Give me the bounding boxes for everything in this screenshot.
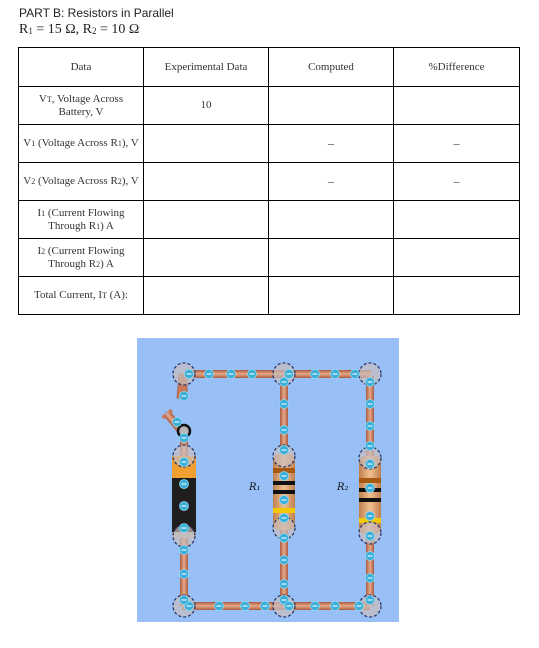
data-table: Data Experimental Data Computed %Differe…	[18, 47, 520, 315]
electron-minus-icon	[181, 483, 187, 485]
electron-minus-icon	[186, 605, 192, 607]
electron-minus-icon	[367, 577, 373, 579]
table-row: VT, Voltage Across Battery, V 10	[18, 86, 520, 125]
r2-label: R₂	[336, 482, 349, 493]
electron-minus-icon	[281, 429, 287, 431]
electron-minus-icon	[281, 499, 287, 501]
electron-minus-icon	[286, 605, 292, 607]
electron-minus-icon	[281, 449, 287, 451]
electron-minus-icon	[216, 605, 222, 607]
r1-value: = 15 Ω,	[36, 22, 80, 37]
electron-minus-icon	[281, 559, 287, 561]
electron-minus-icon	[281, 403, 287, 405]
electron-minus-icon	[367, 463, 373, 465]
row-label: I2 (Current Flowing Through R2) A	[18, 238, 144, 277]
r2-value: = 10 Ω	[100, 22, 140, 37]
electron-minus-icon	[249, 373, 255, 375]
row-label: V2 (Voltage Across R2), V	[18, 162, 144, 201]
electron-minus-icon	[181, 395, 187, 397]
computed-cell[interactable]	[268, 200, 394, 239]
r2-symbol: R	[82, 22, 92, 37]
difference-cell[interactable]	[393, 86, 520, 125]
electron-minus-icon	[312, 605, 318, 607]
electron-minus-icon	[181, 505, 187, 507]
circuit-simulation: R₁ R₂	[137, 338, 399, 622]
electron-minus-icon	[281, 517, 287, 519]
computed-cell[interactable]	[268, 86, 394, 125]
electron-minus-icon	[262, 605, 268, 607]
difference-cell[interactable]: –	[393, 162, 520, 201]
experimental-cell[interactable]	[143, 200, 269, 239]
experimental-cell[interactable]	[143, 162, 269, 201]
difference-cell[interactable]	[393, 200, 520, 239]
electron-minus-icon	[286, 373, 292, 375]
experimental-cell[interactable]	[143, 238, 269, 277]
electron-minus-icon	[181, 527, 187, 529]
table-row: V1 (Voltage Across R1), V – –	[18, 124, 520, 163]
electron-minus-icon	[281, 537, 287, 539]
electron-minus-icon	[181, 599, 187, 601]
electron-minus-icon	[367, 599, 373, 601]
electron-minus-icon	[281, 583, 287, 585]
r1-subscript: 1	[28, 26, 33, 36]
header-experimental: Experimental Data	[143, 47, 269, 87]
electron-minus-icon	[181, 573, 187, 575]
electron-minus-icon	[367, 381, 373, 383]
electron-minus-icon	[367, 445, 373, 447]
r1-symbol: R	[19, 22, 29, 37]
electron-minus-icon	[228, 373, 234, 375]
circuit-diagram: R₁ R₂	[161, 362, 382, 618]
table-row: V2 (Voltage Across R2), V – –	[18, 162, 520, 201]
row-label: VT, Voltage Across Battery, V	[18, 86, 144, 125]
electron-minus-icon	[281, 475, 287, 477]
difference-cell[interactable]	[393, 276, 520, 315]
header-data: Data	[18, 47, 144, 87]
electron-minus-icon	[312, 373, 318, 375]
experimental-cell[interactable]	[143, 124, 269, 163]
electron-minus-icon	[206, 373, 212, 375]
electron-minus-icon	[242, 605, 248, 607]
electron-minus-icon	[367, 515, 373, 517]
given-resistances: R1 = 15 Ω, R2 = 10 Ω	[19, 22, 139, 38]
electron-minus-icon	[367, 487, 373, 489]
experimental-cell[interactable]	[143, 276, 269, 315]
header-difference: %Difference	[393, 47, 520, 87]
row-label: V1 (Voltage Across R1), V	[18, 124, 144, 163]
electron-minus-icon	[181, 437, 187, 439]
wire-mid-upper[interactable]	[280, 376, 288, 456]
computed-cell[interactable]	[268, 238, 394, 277]
electron-minus-icon	[281, 381, 287, 383]
r1-label: R₁	[248, 482, 261, 493]
computed-cell[interactable]: –	[268, 124, 394, 163]
section-heading: PART B: Resistors in Parallel	[19, 6, 174, 20]
table-row: I2 (Current Flowing Through R2) A	[18, 238, 520, 277]
electron-minus-icon	[367, 425, 373, 427]
difference-cell[interactable]	[393, 238, 520, 277]
electron-minus-icon	[332, 605, 338, 607]
electron-minus-icon	[367, 535, 373, 537]
electron-minus-icon	[181, 461, 187, 463]
row-label: I1 (Current Flowing Through R1) A	[18, 200, 144, 239]
difference-cell[interactable]: –	[393, 124, 520, 163]
electron-minus-icon	[186, 373, 192, 375]
electron-minus-icon	[352, 373, 358, 375]
experimental-cell[interactable]: 10	[143, 86, 269, 125]
computed-cell[interactable]: –	[268, 162, 394, 201]
electron-minus-icon	[174, 421, 180, 423]
electron-minus-icon	[281, 599, 287, 601]
table-row: I1 (Current Flowing Through R1) A	[18, 200, 520, 239]
table-row: Total Current, IT (A):	[18, 276, 520, 315]
header-computed: Computed	[268, 47, 394, 87]
electron-minus-icon	[367, 403, 373, 405]
electron-minus-icon	[367, 555, 373, 557]
electron-minus-icon	[181, 549, 187, 551]
computed-cell[interactable]	[268, 276, 394, 315]
row-label: Total Current, IT (A):	[18, 276, 144, 315]
r2-subscript: 2	[92, 26, 97, 36]
electron-minus-icon	[332, 373, 338, 375]
electron-minus-icon	[356, 605, 362, 607]
table-header-row: Data Experimental Data Computed %Differe…	[18, 47, 520, 87]
